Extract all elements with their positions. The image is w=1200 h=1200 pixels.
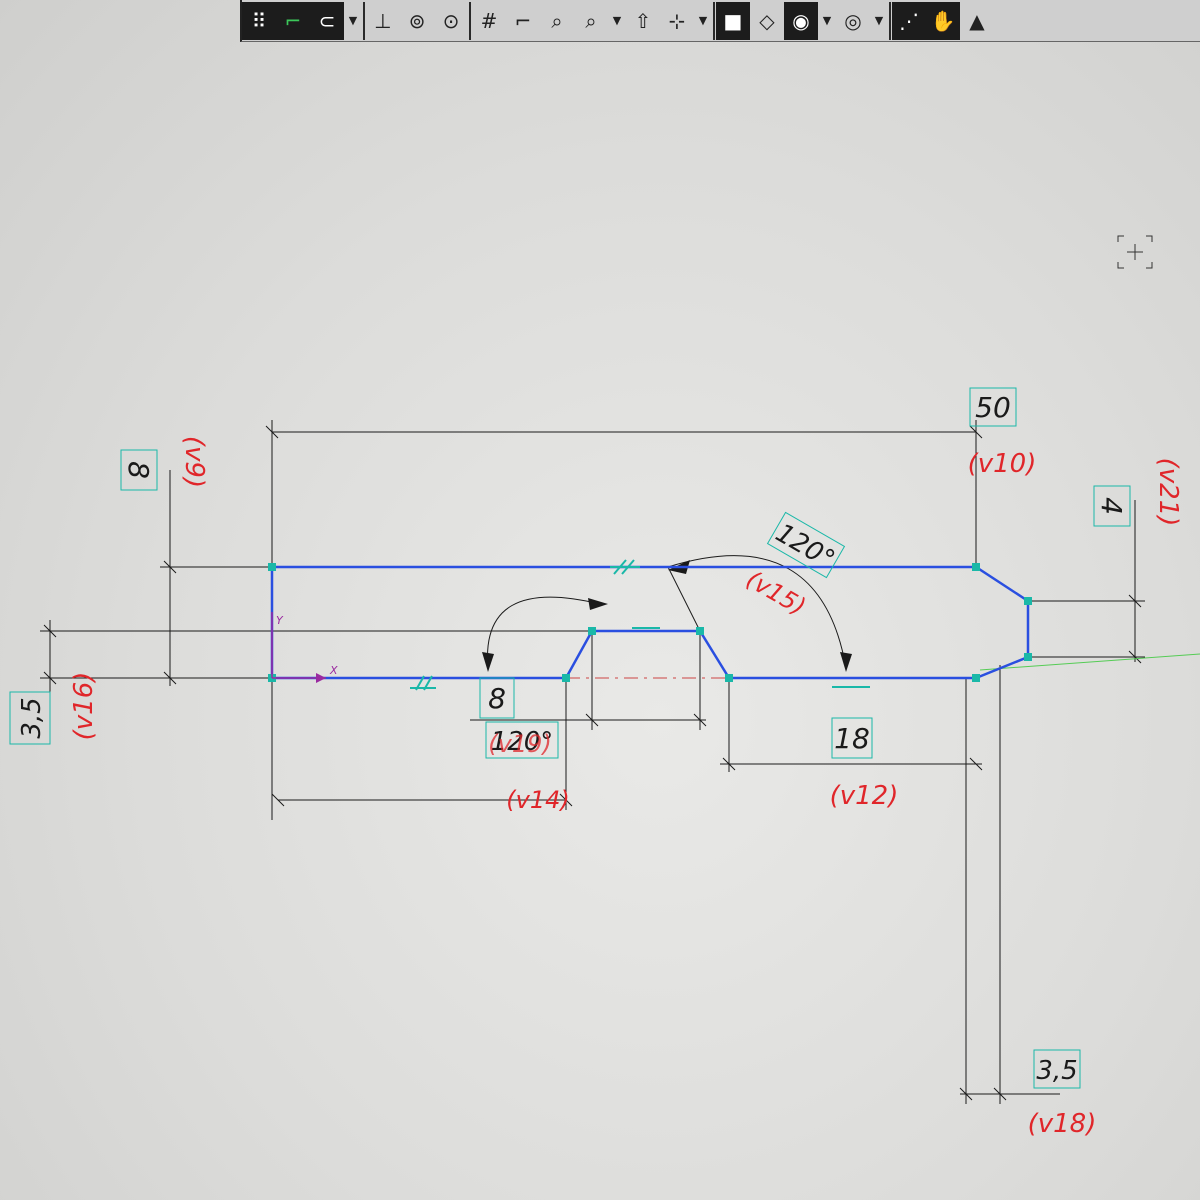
x-axis-label: X [329, 664, 338, 677]
constraint-symbols [410, 559, 870, 691]
dim-18-value: 18 [834, 722, 870, 755]
dimension-lines [40, 420, 1145, 1104]
dim-8-inner-value: 8 [488, 682, 506, 715]
dim-18-variable: (v12) [830, 781, 899, 811]
crosshair-cursor-icon [1117, 235, 1153, 269]
dim-4-value: 4 [1095, 497, 1128, 515]
dim-3-5-left-value: 3,5 [17, 697, 47, 738]
dim-4-variable: (v21) [1153, 458, 1183, 527]
sketch-vertices [268, 563, 1032, 682]
dim-120-inner-variable: (v19) [488, 730, 551, 758]
dim-120-outer-variable: (v15) [742, 565, 811, 621]
dim-50-variable: (v10) [968, 449, 1037, 479]
sketch-profile [270, 565, 1030, 680]
sketch-canvas[interactable]: X Y 50 (v10) 8 (v9) 4 (v21) 3,5 (v16) 12… [0, 0, 1200, 1200]
dim-3-5-bottom-value: 3,5 [1036, 1056, 1077, 1086]
dim-8-inner-variable: (v14) [506, 786, 569, 814]
dim-3-5-bottom-variable: (v18) [1028, 1109, 1097, 1139]
dim-4[interactable]: 4 [1093, 485, 1131, 527]
dim-3-5-left-variable: (v16) [69, 672, 99, 741]
dim-3-5-left[interactable]: 3,5 [9, 691, 51, 745]
dim-8-left-value: 8 [122, 461, 155, 479]
y-axis-label: Y [276, 614, 284, 627]
dim-8-left[interactable]: 8 [120, 449, 158, 491]
dim-50-value: 50 [975, 391, 1011, 424]
origin-marker: X Y [271, 612, 338, 683]
dim-120-inner[interactable]: 120° (v19) [485, 721, 559, 759]
dim-8-left-variable: (v9) [179, 436, 209, 488]
